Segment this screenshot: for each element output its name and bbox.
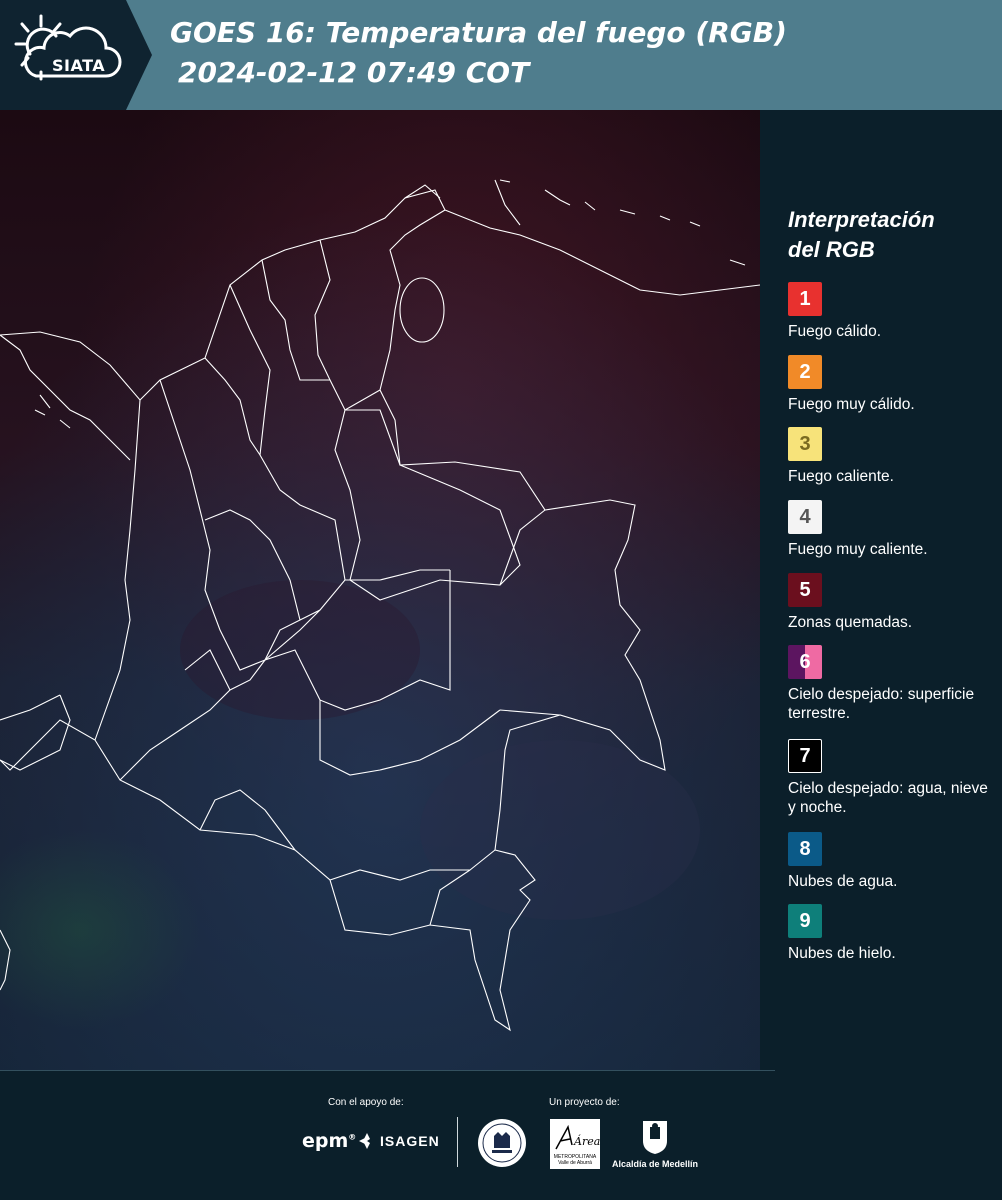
legend-item-5: 5 Zonas quemadas. <box>788 573 998 632</box>
legend-number: 2 <box>799 360 811 383</box>
page-timestamp: 2024-02-12 07:49 COT <box>178 56 530 89</box>
legend-number: 1 <box>799 287 811 310</box>
epm-registered-mark: ® <box>348 1132 357 1142</box>
project-label: Un proyecto de: <box>549 1097 620 1108</box>
area-script-icon: Área <box>555 1124 600 1150</box>
legend-number: 9 <box>799 909 811 932</box>
legend-item-2: 2 Fuego muy cálido. <box>788 355 998 414</box>
legend-title: Interpretación del RGB <box>788 205 988 265</box>
footer-divider <box>0 1070 775 1071</box>
legend-label: Fuego muy caliente. <box>788 541 928 558</box>
legend-label: Zonas quemadas. <box>788 614 913 631</box>
area-line2: Valle de Aburrá <box>558 1160 592 1166</box>
isagen-icon <box>359 1133 370 1149</box>
legend-item-9: 9 Nubes de hielo. <box>788 904 998 963</box>
epm-text: epm <box>302 1130 349 1152</box>
legend-label: Fuego cálido. <box>788 323 882 340</box>
legend-label: Fuego muy cálido. <box>788 396 915 413</box>
legend-number: 6 <box>799 650 811 673</box>
legend-label: Cielo despejado: agua, nieve y noche. <box>788 780 988 816</box>
government-seal-icon <box>478 1119 526 1167</box>
legend-number: 5 <box>799 578 811 601</box>
legend-item-8: 8 Nubes de agua. <box>788 832 998 891</box>
legend-number: 4 <box>799 505 811 528</box>
legend-swatch-1: 1 <box>788 282 822 316</box>
legend-item-7: 7 Cielo despejado: agua, nieve y noche. <box>788 739 998 817</box>
legend-title-line2: del RGB <box>788 237 875 262</box>
legend-label: Cielo despejado: superficie terrestre. <box>788 686 975 722</box>
legend-number: 8 <box>799 837 811 860</box>
legend-swatch-7: 7 <box>788 739 822 773</box>
satellite-image <box>0 110 760 1070</box>
legend-label: Nubes de hielo. <box>788 945 896 962</box>
epm-logo: epm® <box>302 1130 356 1152</box>
legend-swatch-9: 9 <box>788 904 822 938</box>
legend-title-line1: Interpretación <box>788 207 935 232</box>
legend-item-1: 1 Fuego cálido. <box>788 282 998 341</box>
page-title: GOES 16: Temperatura del fuego (RGB) <box>170 16 787 49</box>
isagen-logo: ISAGEN <box>380 1133 440 1149</box>
legend-number: 7 <box>799 744 811 767</box>
header: SIATA GOES 16: Temperatura del fuego (RG… <box>0 0 1002 110</box>
legend-swatch-5: 5 <box>788 573 822 607</box>
legend-item-4: 4 Fuego muy caliente. <box>788 500 998 559</box>
logo-text: SIATA <box>52 56 106 75</box>
legend-swatch-4: 4 <box>788 500 822 534</box>
footer-vertical-divider <box>457 1117 458 1167</box>
legend-label: Fuego caliente. <box>788 468 894 485</box>
legend-item-3: 3 Fuego caliente. <box>788 427 998 486</box>
legend-swatch-8: 8 <box>788 832 822 866</box>
legend-label: Nubes de agua. <box>788 873 898 890</box>
alcaldia-text: Alcaldía de Medellín <box>612 1159 699 1169</box>
alcaldia-shield-icon <box>643 1121 667 1154</box>
siata-logo: SIATA <box>14 14 126 96</box>
satellite-map <box>0 110 760 1070</box>
sun-cloud-icon <box>14 14 122 81</box>
legend-number: 3 <box>799 432 811 455</box>
legend-swatch-6: 6 <box>788 645 822 679</box>
area-script: Área <box>573 1134 600 1148</box>
legend-item-6: 6 Cielo despejado: superficie terrestre. <box>788 645 998 723</box>
footer: Con el apoyo de: Un proyecto de: epm® IS… <box>0 1070 1002 1200</box>
support-label: Con el apoyo de: <box>328 1097 404 1108</box>
area-metropolitana-text: METROPOLITANA Valle de Aburrá <box>552 1154 598 1166</box>
legend-swatch-2: 2 <box>788 355 822 389</box>
legend-swatch-3: 3 <box>788 427 822 461</box>
